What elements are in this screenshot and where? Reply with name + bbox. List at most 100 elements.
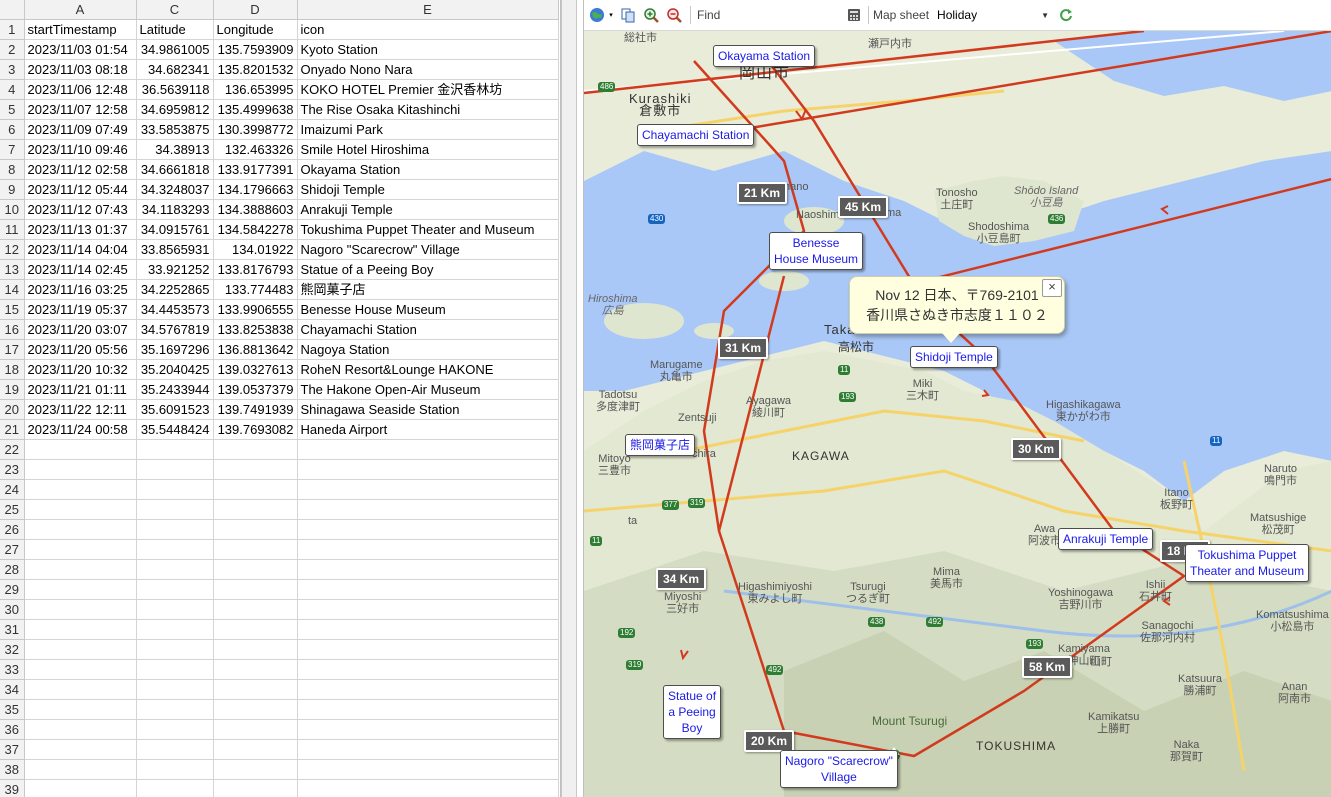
cell-longitude[interactable]: 136.653995 [213, 79, 298, 100]
cell-latitude[interactable]: Latitude [136, 19, 214, 40]
cell-latitude[interactable]: 34.3248037 [136, 179, 214, 200]
cell-longitude[interactable]: 132.463326 [213, 139, 298, 160]
cell-timestamp[interactable] [24, 599, 137, 620]
cell-timestamp[interactable]: startTimestamp [24, 19, 137, 40]
refresh-icon[interactable] [1056, 5, 1076, 25]
cell-timestamp[interactable]: 2023/11/20 05:56 [24, 339, 137, 360]
cell-timestamp[interactable]: 2023/11/20 10:32 [24, 359, 137, 380]
cell-icon[interactable]: Haneda Airport [297, 419, 559, 440]
cell-icon[interactable]: Kyoto Station [297, 39, 559, 60]
cell-latitude[interactable]: 35.1697296 [136, 339, 214, 360]
zoom-out-icon[interactable] [664, 5, 684, 25]
cell-icon[interactable] [297, 519, 559, 540]
cell-icon[interactable] [297, 459, 559, 480]
cell-icon[interactable] [297, 739, 559, 760]
cell-timestamp[interactable] [24, 439, 137, 460]
row-header[interactable]: 7 [0, 139, 25, 160]
cell-longitude[interactable] [213, 699, 298, 720]
cell-latitude[interactable] [136, 519, 214, 540]
cell-icon[interactable] [297, 599, 559, 620]
cell-latitude[interactable]: 35.5448424 [136, 419, 214, 440]
cell-icon[interactable]: 熊岡菓子店 [297, 279, 559, 300]
cell-latitude[interactable]: 34.6959812 [136, 99, 214, 120]
cell-latitude[interactable]: 33.8565931 [136, 239, 214, 260]
cell-icon[interactable]: Shidoji Temple [297, 179, 559, 200]
cell-icon[interactable]: Chayamachi Station [297, 319, 559, 340]
row-header[interactable]: 12 [0, 239, 25, 260]
cell-timestamp[interactable]: 2023/11/13 01:37 [24, 219, 137, 240]
row-header[interactable]: 5 [0, 99, 25, 120]
cell-icon[interactable] [297, 539, 559, 560]
cell-timestamp[interactable] [24, 679, 137, 700]
cell-latitude[interactable]: 34.4453573 [136, 299, 214, 320]
cell-longitude[interactable] [213, 719, 298, 740]
row-header[interactable]: 33 [0, 659, 25, 680]
find-label[interactable]: Find [697, 8, 837, 22]
cell-timestamp[interactable] [24, 559, 137, 580]
spreadsheet-grid[interactable]: A C D E 1 startTimestamp Latitude Longitude… [0, 0, 559, 797]
row-header[interactable]: 25 [0, 499, 25, 520]
cell-latitude[interactable] [136, 539, 214, 560]
row-header[interactable]: 35 [0, 699, 25, 720]
cell-timestamp[interactable] [24, 519, 137, 540]
cell-icon[interactable]: KOKO HOTEL Premier 金沢香林坊 [297, 79, 559, 100]
place-label-benesse-house-museum[interactable]: Benesse House Museum [769, 232, 864, 270]
row-header[interactable]: 19 [0, 379, 25, 400]
cell-timestamp[interactable] [24, 499, 137, 520]
cell-longitude[interactable]: 135.8201532 [213, 59, 298, 80]
row-header[interactable]: 1 [0, 19, 25, 40]
row-header[interactable]: 16 [0, 319, 25, 340]
cell-icon[interactable]: The Rise Osaka Kitashinchi [297, 99, 559, 120]
select-all-corner[interactable] [0, 0, 25, 20]
cell-icon[interactable]: Nagoya Station [297, 339, 559, 360]
row-header[interactable]: 29 [0, 579, 25, 600]
info-popup[interactable]: Nov 12 日本、〒769-2101 香川県さぬき市志度１１０２ × [849, 276, 1065, 343]
cell-latitude[interactable]: 34.1183293 [136, 199, 214, 220]
calculator-icon[interactable] [844, 5, 864, 25]
row-header[interactable]: 2 [0, 39, 25, 60]
cell-icon[interactable]: The Hakone Open-Air Museum [297, 379, 559, 400]
cell-latitude[interactable] [136, 659, 214, 680]
place-label-okayama-station[interactable]: Okayama Station [713, 45, 816, 67]
copy-icon[interactable] [618, 5, 638, 25]
cell-longitude[interactable] [213, 499, 298, 520]
place-label-kumaoka-kashiten[interactable]: 熊岡菓子店 [625, 434, 696, 456]
cell-icon[interactable]: RoheN Resort&Lounge HAKONE [297, 359, 559, 380]
row-header[interactable]: 4 [0, 79, 25, 100]
cell-timestamp[interactable]: 2023/11/09 07:49 [24, 119, 137, 140]
cell-icon[interactable] [297, 619, 559, 640]
cell-timestamp[interactable]: 2023/11/21 01:11 [24, 379, 137, 400]
row-header[interactable]: 13 [0, 259, 25, 280]
column-header-e[interactable]: E [297, 0, 559, 20]
cell-icon[interactable]: Statue of a Peeing Boy [297, 259, 559, 280]
row-header[interactable]: 3 [0, 59, 25, 80]
cell-latitude[interactable] [136, 559, 214, 580]
row-header[interactable]: 9 [0, 179, 25, 200]
cell-icon[interactable] [297, 779, 559, 797]
cell-icon[interactable]: Benesse House Museum [297, 299, 559, 320]
cell-icon[interactable]: Okayama Station [297, 159, 559, 180]
cell-icon[interactable]: Nagoro "Scarecrow" Village [297, 239, 559, 260]
close-icon[interactable]: × [1042, 279, 1062, 297]
cell-icon[interactable] [297, 579, 559, 600]
row-header[interactable]: 15 [0, 299, 25, 320]
column-header-d[interactable]: D [213, 0, 298, 20]
cell-timestamp[interactable] [24, 779, 137, 797]
place-label-statue-of-a-peeing-boy[interactable]: Statue of a Peeing Boy [663, 685, 722, 739]
cell-longitude[interactable]: 133.9906555 [213, 299, 298, 320]
cell-longitude[interactable] [213, 439, 298, 460]
cell-longitude[interactable] [213, 619, 298, 640]
cell-latitude[interactable]: 34.6661818 [136, 159, 214, 180]
row-header[interactable]: 23 [0, 459, 25, 480]
place-label-chayamachi-station[interactable]: Chayamachi Station [637, 124, 755, 146]
cell-longitude[interactable] [213, 659, 298, 680]
cell-timestamp[interactable]: 2023/11/12 05:44 [24, 179, 137, 200]
cell-longitude[interactable] [213, 639, 298, 660]
cell-icon[interactable] [297, 699, 559, 720]
cell-timestamp[interactable] [24, 719, 137, 740]
cell-latitude[interactable]: 36.5639118 [136, 79, 214, 100]
cell-longitude[interactable]: 133.9177391 [213, 159, 298, 180]
cell-timestamp[interactable] [24, 619, 137, 640]
row-header[interactable]: 36 [0, 719, 25, 740]
cell-latitude[interactable] [136, 599, 214, 620]
